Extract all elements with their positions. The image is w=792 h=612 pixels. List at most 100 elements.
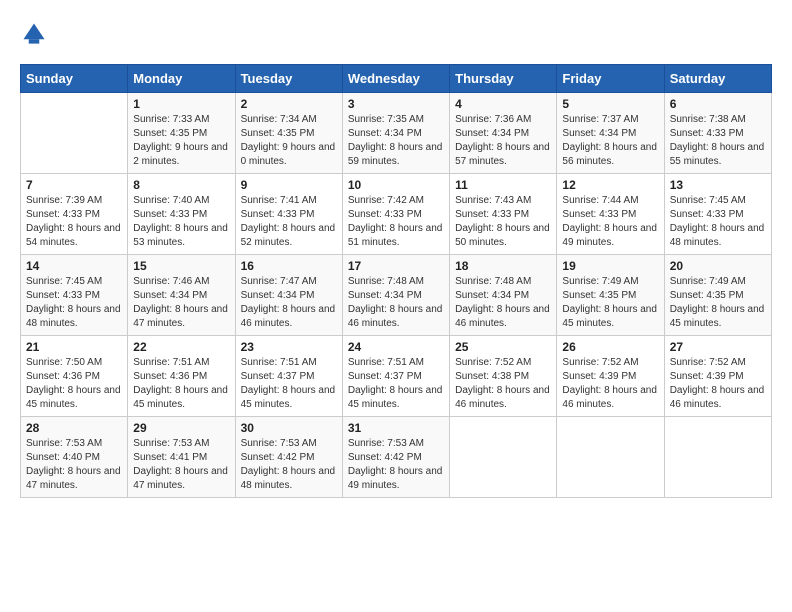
day-info: Sunrise: 7:40 AMSunset: 4:33 PMDaylight:…	[133, 194, 229, 250]
day-info: Sunrise: 7:49 AMSunset: 4:35 PMDaylight:…	[670, 275, 766, 331]
day-header-thursday: Thursday	[450, 65, 557, 93]
day-cell: 31 Sunrise: 7:53 AMSunset: 4:42 PMDayligh…	[342, 417, 449, 498]
day-cell: 7 Sunrise: 7:39 AMSunset: 4:33 PMDaylight…	[21, 174, 128, 255]
week-row-2: 7 Sunrise: 7:39 AMSunset: 4:33 PMDaylight…	[21, 174, 772, 255]
day-info: Sunrise: 7:52 AMSunset: 4:38 PMDaylight:…	[455, 356, 551, 412]
week-row-4: 21 Sunrise: 7:50 AMSunset: 4:36 PMDayligh…	[21, 336, 772, 417]
day-info: Sunrise: 7:53 AMSunset: 4:41 PMDaylight:…	[133, 437, 229, 493]
day-number: 16	[241, 259, 337, 273]
day-cell: 1 Sunrise: 7:33 AMSunset: 4:35 PMDaylight…	[128, 93, 235, 174]
day-info: Sunrise: 7:42 AMSunset: 4:33 PMDaylight:…	[348, 194, 444, 250]
day-cell: 11 Sunrise: 7:43 AMSunset: 4:33 PMDayligh…	[450, 174, 557, 255]
day-number: 14	[26, 259, 122, 273]
day-info: Sunrise: 7:53 AMSunset: 4:42 PMDaylight:…	[348, 437, 444, 493]
day-info: Sunrise: 7:49 AMSunset: 4:35 PMDaylight:…	[562, 275, 658, 331]
day-cell: 9 Sunrise: 7:41 AMSunset: 4:33 PMDaylight…	[235, 174, 342, 255]
day-cell: 8 Sunrise: 7:40 AMSunset: 4:33 PMDaylight…	[128, 174, 235, 255]
day-cell: 29 Sunrise: 7:53 AMSunset: 4:41 PMDayligh…	[128, 417, 235, 498]
day-cell	[557, 417, 664, 498]
day-info: Sunrise: 7:48 AMSunset: 4:34 PMDaylight:…	[455, 275, 551, 331]
day-cell	[21, 93, 128, 174]
day-number: 24	[348, 340, 444, 354]
day-cell: 17Sunrise: 7:48 AMSunset: 4:34 PMDayligh…	[342, 255, 449, 336]
day-number: 26	[562, 340, 658, 354]
day-info: Sunrise: 7:33 AMSunset: 4:35 PMDaylight:…	[133, 113, 229, 169]
day-header-friday: Friday	[557, 65, 664, 93]
day-header-saturday: Saturday	[664, 65, 771, 93]
logo-icon	[20, 20, 48, 48]
day-cell: 23 Sunrise: 7:51 AMSunset: 4:37 PMDayligh…	[235, 336, 342, 417]
day-cell: 19 Sunrise: 7:49 AMSunset: 4:35 PMDayligh…	[557, 255, 664, 336]
day-number: 21	[26, 340, 122, 354]
day-info: Sunrise: 7:51 AMSunset: 4:37 PMDaylight:…	[348, 356, 444, 412]
day-cell: 16Sunrise: 7:47 AMSunset: 4:34 PMDayligh…	[235, 255, 342, 336]
day-info: Sunrise: 7:35 AMSunset: 4:34 PMDaylight:…	[348, 113, 444, 169]
day-number: 9	[241, 178, 337, 192]
day-info: Sunrise: 7:51 AMSunset: 4:36 PMDaylight:…	[133, 356, 229, 412]
day-cell: 10 Sunrise: 7:42 AMSunset: 4:33 PMDayligh…	[342, 174, 449, 255]
day-header-wednesday: Wednesday	[342, 65, 449, 93]
day-info: Sunrise: 7:43 AMSunset: 4:33 PMDaylight:…	[455, 194, 551, 250]
day-info: Sunrise: 7:53 AMSunset: 4:40 PMDaylight:…	[26, 437, 122, 493]
day-cell: 22Sunrise: 7:51 AMSunset: 4:36 PMDayligh…	[128, 336, 235, 417]
day-cell: 13 Sunrise: 7:45 AMSunset: 4:33 PMDayligh…	[664, 174, 771, 255]
day-cell: 3Sunrise: 7:35 AMSunset: 4:34 PMDaylight…	[342, 93, 449, 174]
day-number: 6	[670, 97, 766, 111]
day-cell: 25 Sunrise: 7:52 AMSunset: 4:38 PMDayligh…	[450, 336, 557, 417]
day-number: 13	[670, 178, 766, 192]
day-number: 11	[455, 178, 551, 192]
day-number: 28	[26, 421, 122, 435]
day-info: Sunrise: 7:51 AMSunset: 4:37 PMDaylight:…	[241, 356, 337, 412]
day-number: 5	[562, 97, 658, 111]
week-row-1: 1 Sunrise: 7:33 AMSunset: 4:35 PMDaylight…	[21, 93, 772, 174]
page-header	[20, 20, 772, 48]
day-number: 27	[670, 340, 766, 354]
week-row-5: 28 Sunrise: 7:53 AMSunset: 4:40 PMDayligh…	[21, 417, 772, 498]
day-cell: 6Sunrise: 7:38 AMSunset: 4:33 PMDaylight…	[664, 93, 771, 174]
day-number: 15	[133, 259, 229, 273]
day-info: Sunrise: 7:39 AMSunset: 4:33 PMDaylight:…	[26, 194, 122, 250]
day-cell: 5 Sunrise: 7:37 AMSunset: 4:34 PMDaylight…	[557, 93, 664, 174]
day-cell: 15 Sunrise: 7:46 AMSunset: 4:34 PMDayligh…	[128, 255, 235, 336]
day-info: Sunrise: 7:37 AMSunset: 4:34 PMDaylight:…	[562, 113, 658, 169]
day-number: 25	[455, 340, 551, 354]
day-number: 7	[26, 178, 122, 192]
day-number: 1	[133, 97, 229, 111]
day-number: 8	[133, 178, 229, 192]
week-row-3: 14 Sunrise: 7:45 AMSunset: 4:33 PMDayligh…	[21, 255, 772, 336]
day-cell: 2 Sunrise: 7:34 AMSunset: 4:35 PMDaylight…	[235, 93, 342, 174]
day-info: Sunrise: 7:46 AMSunset: 4:34 PMDaylight:…	[133, 275, 229, 331]
day-cell: 18 Sunrise: 7:48 AMSunset: 4:34 PMDayligh…	[450, 255, 557, 336]
day-info: Sunrise: 7:52 AMSunset: 4:39 PMDaylight:…	[562, 356, 658, 412]
day-info: Sunrise: 7:34 AMSunset: 4:35 PMDaylight:…	[241, 113, 337, 169]
day-cell: 28 Sunrise: 7:53 AMSunset: 4:40 PMDayligh…	[21, 417, 128, 498]
day-cell	[450, 417, 557, 498]
day-number: 31	[348, 421, 444, 435]
day-number: 23	[241, 340, 337, 354]
day-number: 10	[348, 178, 444, 192]
day-info: Sunrise: 7:48 AMSunset: 4:34 PMDaylight:…	[348, 275, 444, 331]
day-number: 20	[670, 259, 766, 273]
day-info: Sunrise: 7:36 AMSunset: 4:34 PMDaylight:…	[455, 113, 551, 169]
day-cell: 26 Sunrise: 7:52 AMSunset: 4:39 PMDayligh…	[557, 336, 664, 417]
day-number: 18	[455, 259, 551, 273]
day-header-monday: Monday	[128, 65, 235, 93]
day-info: Sunrise: 7:50 AMSunset: 4:36 PMDaylight:…	[26, 356, 122, 412]
day-number: 2	[241, 97, 337, 111]
day-number: 4	[455, 97, 551, 111]
day-info: Sunrise: 7:53 AMSunset: 4:42 PMDaylight:…	[241, 437, 337, 493]
day-cell: 24 Sunrise: 7:51 AMSunset: 4:37 PMDayligh…	[342, 336, 449, 417]
day-number: 12	[562, 178, 658, 192]
day-number: 29	[133, 421, 229, 435]
day-number: 19	[562, 259, 658, 273]
day-info: Sunrise: 7:41 AMSunset: 4:33 PMDaylight:…	[241, 194, 337, 250]
day-number: 30	[241, 421, 337, 435]
day-info: Sunrise: 7:45 AMSunset: 4:33 PMDaylight:…	[26, 275, 122, 331]
day-cell: 21 Sunrise: 7:50 AMSunset: 4:36 PMDayligh…	[21, 336, 128, 417]
day-info: Sunrise: 7:45 AMSunset: 4:33 PMDaylight:…	[670, 194, 766, 250]
day-cell: 27Sunrise: 7:52 AMSunset: 4:39 PMDayligh…	[664, 336, 771, 417]
day-header-tuesday: Tuesday	[235, 65, 342, 93]
day-header-sunday: Sunday	[21, 65, 128, 93]
day-cell: 12Sunrise: 7:44 AMSunset: 4:33 PMDayligh…	[557, 174, 664, 255]
day-cell: 30 Sunrise: 7:53 AMSunset: 4:42 PMDayligh…	[235, 417, 342, 498]
